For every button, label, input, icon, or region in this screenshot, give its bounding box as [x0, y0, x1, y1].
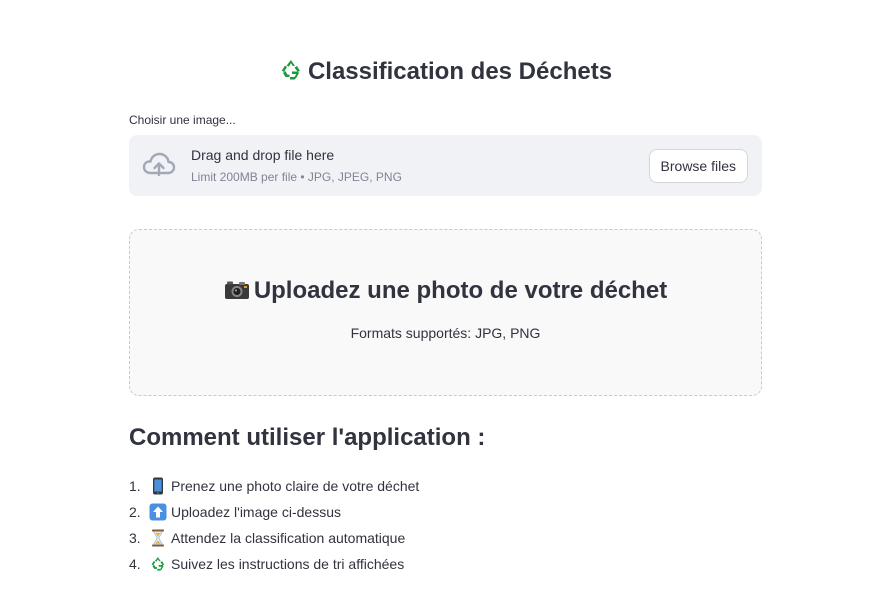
list-item: 3. Attendez la classification automatiqu… [129, 525, 419, 551]
step-number: 2. [129, 504, 141, 520]
howto-steps-list: 1. Prenez une photo claire de votre déch… [129, 473, 419, 577]
page-title-text: Classification des Déchets [307, 58, 613, 85]
list-item: 2. Uploadez l'image ci-dessus [129, 499, 419, 525]
up-arrow-icon [149, 503, 167, 521]
page-title: Classification des Déchets [0, 56, 877, 88]
step-text: Uploadez l'image ci-dessus [171, 504, 341, 520]
step-text: Suivez les instructions de tri affichées [171, 556, 405, 572]
camera-icon [224, 281, 249, 299]
cloud-upload-icon [142, 152, 176, 177]
list-item: 1. Prenez une photo claire de votre déch… [129, 473, 419, 499]
placeholder-title: Uploadez une photo de votre déchet [130, 277, 761, 305]
step-text: Attendez la classification automatique [171, 530, 406, 546]
step-text: Prenez une photo claire de votre déchet [171, 478, 420, 494]
file-dropzone[interactable]: Drag and drop file here Limit 200MB per … [129, 135, 762, 196]
upload-placeholder-box: Uploadez une photo de votre déchet Forma… [129, 229, 762, 396]
browse-files-button[interactable]: Browse files [648, 149, 748, 183]
app-page: Classification des Déchets Choisir une i… [0, 0, 877, 610]
recycle-icon [151, 557, 165, 571]
recycle-icon [278, 58, 303, 82]
step-number: 4. [129, 556, 141, 572]
step-number: 3. [129, 530, 141, 546]
uploader-label: Choisir une image... [129, 113, 236, 127]
dropzone-title: Drag and drop file here [191, 147, 335, 163]
hourglass-icon [152, 529, 164, 547]
step-number: 1. [129, 478, 141, 494]
howto-heading: Comment utiliser l'application : [129, 424, 486, 451]
placeholder-subtitle: Formats supportés: JPG, PNG [350, 325, 541, 341]
mobile-phone-icon [153, 477, 163, 495]
list-item: 4. Suivez les instructions de tri affich… [129, 551, 419, 577]
placeholder-title-text: Uploadez une photo de votre déchet [253, 277, 668, 304]
dropzone-limit: Limit 200MB per file • JPG, JPEG, PNG [191, 170, 402, 184]
